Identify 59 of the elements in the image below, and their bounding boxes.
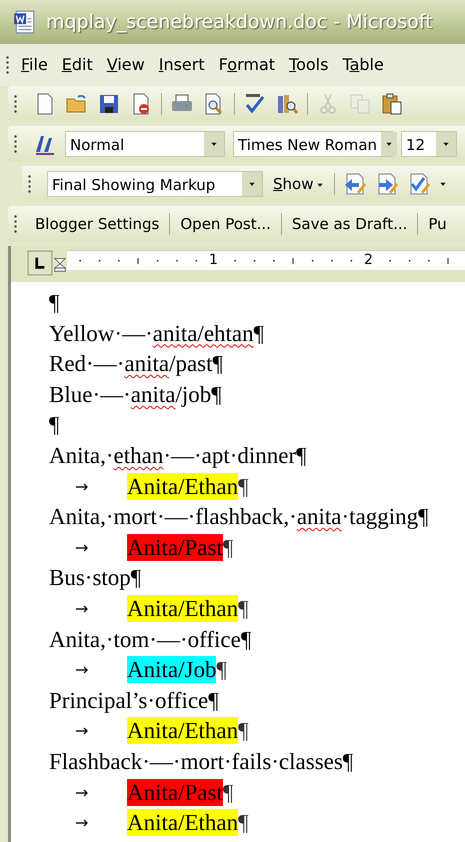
- toolbar-grip: [14, 214, 17, 234]
- document-line: Anita,·mort·—·flashback,·anita·tagging¶: [49, 503, 429, 532]
- tab-arrow: →: [75, 721, 88, 740]
- window-title: mqplay_scenebreakdown.doc - Microsoft: [46, 10, 433, 35]
- document-line: Bus·stop¶: [49, 564, 142, 592]
- caret-icon: [385, 140, 394, 148]
- ruler-number: 1: [209, 251, 218, 270]
- caret-icon[interactable]: [439, 180, 448, 188]
- menu-item[interactable]: File: [17, 53, 58, 77]
- menu-item[interactable]: Tools: [285, 53, 338, 77]
- menu-item[interactable]: Edit: [58, 53, 103, 77]
- toolbar-grip: [14, 94, 17, 114]
- tab-arrow: →: [75, 476, 88, 496]
- toolbar-button[interactable]: Open Post...: [178, 212, 273, 236]
- tab-arrow: →: [75, 782, 88, 802]
- document-line: Anita,·ethan·—·apt·dinner¶: [49, 442, 307, 470]
- tab-stop-icon[interactable]: [27, 250, 53, 276]
- display-mode-dropdown[interactable]: Final Showing Markup: [47, 171, 263, 197]
- document-line: ¶: [49, 289, 60, 317]
- caret-icon: [210, 140, 218, 148]
- menu-item[interactable]: Table: [338, 53, 394, 77]
- document-line: ¶: [49, 411, 60, 440]
- highlighted-tag-text: Anita/Past¶: [127, 778, 234, 808]
- highlighted-tag-text: Anita/Ethan¶: [127, 808, 249, 838]
- toolbar-button[interactable]: Save as Draft...: [290, 212, 410, 236]
- caret-icon: [248, 180, 256, 188]
- document-line: Red·—·anita/past¶: [49, 350, 223, 378]
- caret-icon: [316, 180, 324, 189]
- previous-change-icon[interactable]: [343, 172, 368, 196]
- menu-item[interactable]: View: [102, 53, 155, 77]
- menu-item[interactable]: Format: [214, 53, 286, 77]
- document-line: Blue·—·anita/job¶: [49, 380, 222, 409]
- tab-arrow: →: [75, 813, 88, 832]
- tab-arrow: →: [75, 598, 88, 618]
- document-line: Flashback·—·mort·fails·classes¶: [49, 748, 354, 776]
- clipboard-icon[interactable]: [380, 92, 404, 116]
- document-line: Principal’s·office¶: [49, 686, 219, 715]
- toolbar-button[interactable]: Blogger Settings: [33, 212, 162, 236]
- toolbar-grip: [6, 55, 9, 75]
- tab-arrow: →: [75, 538, 88, 557]
- document-line: Anita,·tom·—·office¶: [49, 626, 252, 654]
- highlighted-tag-text: Anita/Ethan¶: [127, 716, 249, 746]
- document-line: Yellow·—·anita/ehtan¶: [49, 320, 264, 348]
- show-menu-button[interactable]: Show: [271, 172, 326, 196]
- toolbar-button[interactable]: Pu: [426, 212, 449, 236]
- highlighted-tag-text: Anita/Job¶: [127, 655, 227, 686]
- font-size-dropdown[interactable]: 12: [401, 131, 457, 157]
- spell-check-icon[interactable]: [243, 92, 267, 116]
- style-dropdown[interactable]: Normal: [65, 131, 225, 157]
- menu-item[interactable]: Insert: [154, 53, 215, 77]
- toolbar-grip: [28, 174, 31, 194]
- highlighted-tag-text: Anita/Ethan¶: [127, 472, 249, 502]
- caret-icon: [442, 140, 450, 148]
- tab-arrow: →: [75, 660, 88, 680]
- research-books-icon[interactable]: [275, 92, 299, 116]
- highlighted-tag-text: Anita/Past¶: [127, 532, 234, 563]
- ruler-number: 2: [364, 251, 373, 270]
- toolbar-grip: [14, 134, 17, 154]
- highlighted-tag-text: Anita/Ethan¶: [127, 594, 249, 624]
